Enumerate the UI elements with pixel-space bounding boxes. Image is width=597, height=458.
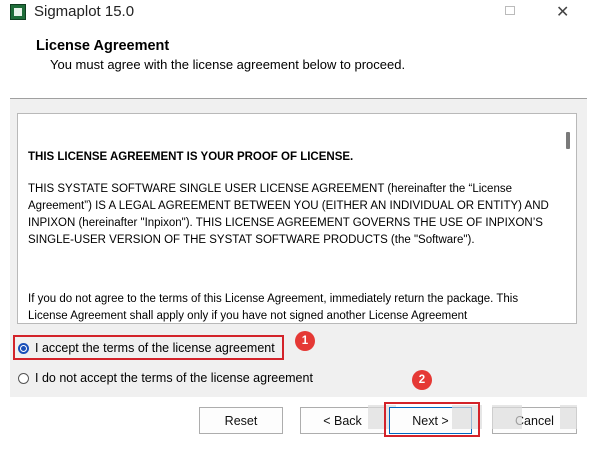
license-paragraph: THIS SYSTATE SOFTWARE SINGLE USER LICENS…	[28, 183, 549, 246]
next-highlight-box	[384, 402, 480, 437]
license-scrollbar[interactable]	[561, 115, 575, 322]
step-1-badge: 1	[295, 331, 315, 351]
app-icon	[10, 4, 26, 20]
close-icon[interactable]: ✕	[556, 2, 569, 22]
license-paragraph: THIS LICENSE AGREEMENT IS YOUR PROOF OF …	[28, 151, 354, 163]
step-2-badge: 2	[412, 370, 432, 390]
reset-button[interactable]: Reset	[199, 407, 283, 434]
minimize-icon[interactable]	[505, 6, 515, 15]
decline-option[interactable]: I do not accept the terms of the license…	[18, 371, 313, 385]
decline-label[interactable]: I do not accept the terms of the license…	[35, 371, 313, 385]
scrollbar-thumb[interactable]	[566, 132, 570, 149]
accept-highlight-box	[13, 335, 284, 360]
blur-overlay	[560, 405, 577, 429]
blur-overlay	[492, 405, 522, 429]
decline-radio[interactable]	[18, 372, 29, 384]
license-paragraph: If you do not agree to the terms of this…	[28, 293, 519, 322]
window-title: Sigmaplot 15.0	[34, 3, 135, 20]
page-title: License Agreement	[36, 38, 170, 54]
page-subtitle: You must agree with the license agreemen…	[50, 57, 406, 72]
title-bar: Sigmaplot 15.0 ✕	[0, 0, 597, 30]
license-text-box[interactable]: THIS LICENSE AGREEMENT IS YOUR PROOF OF …	[17, 113, 577, 324]
page-header: License Agreement You must agree with th…	[10, 30, 587, 98]
